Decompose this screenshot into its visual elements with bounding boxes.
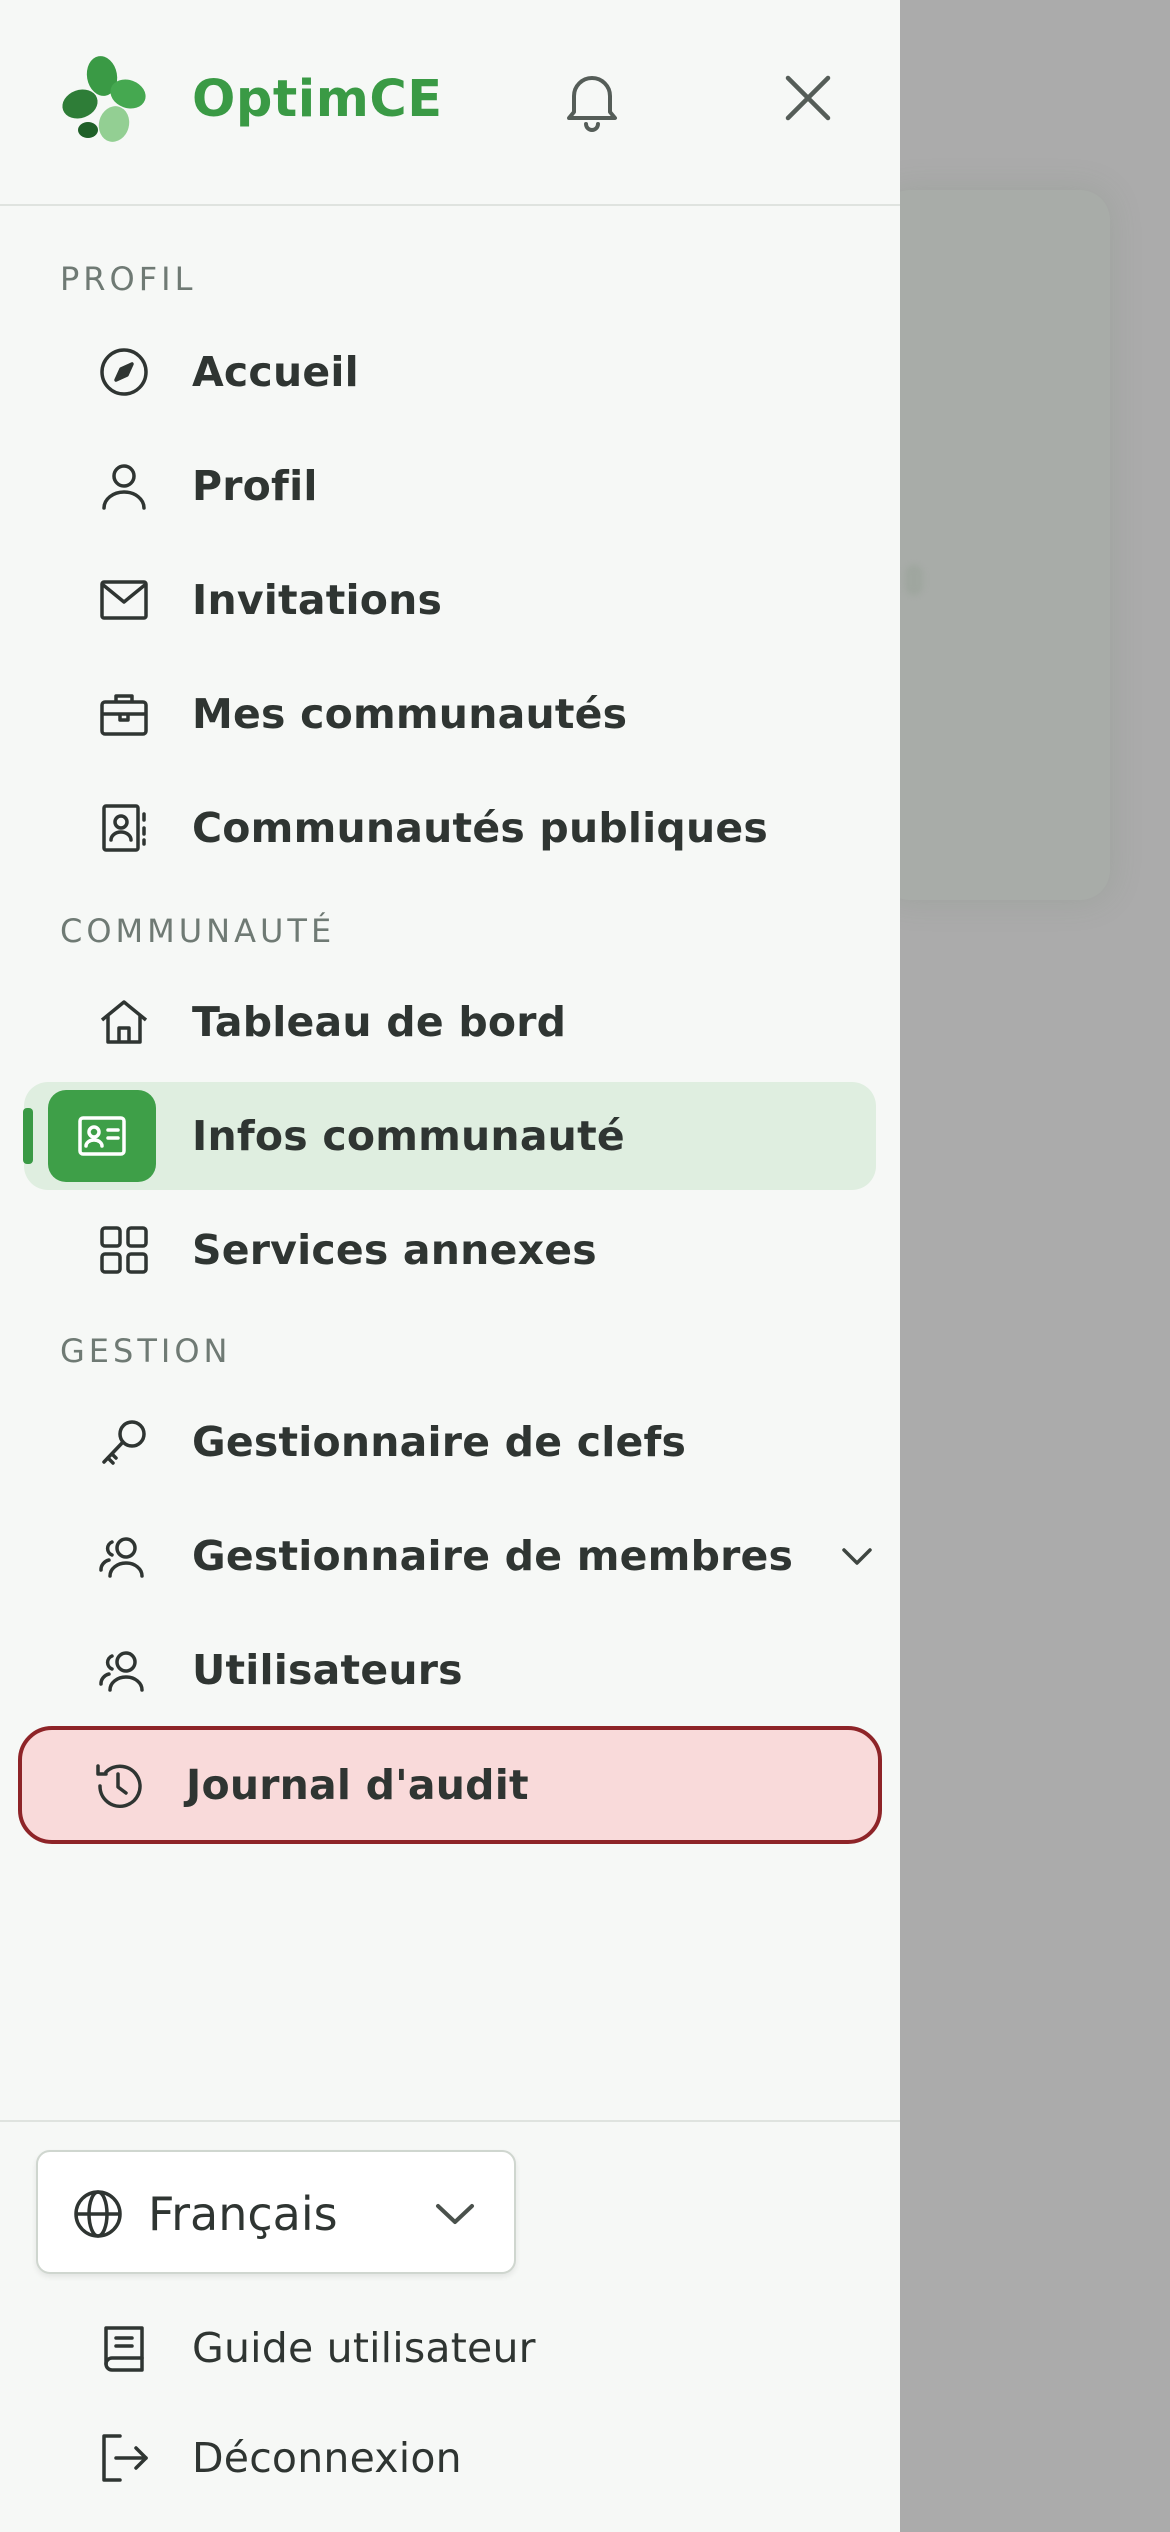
nav-label: Profil xyxy=(192,462,318,510)
nav-label: Tableau de bord xyxy=(192,998,567,1046)
users-icon xyxy=(72,1638,180,1702)
user-guide-link[interactable]: Guide utilisateur xyxy=(24,2298,876,2398)
bell-icon[interactable] xyxy=(556,64,628,136)
nav-label: Communautés publiques xyxy=(192,804,768,852)
user-icon xyxy=(72,454,180,518)
nav-label: Journal d'audit xyxy=(186,1761,529,1809)
nav-label: Déconnexion xyxy=(192,2434,462,2482)
nav-item-gestionnaire-membres[interactable]: Gestionnaire de membres xyxy=(24,1502,876,1610)
drawer-header: OptimCE xyxy=(0,0,900,206)
nav-label: Mes communautés xyxy=(192,690,628,738)
id-card-icon xyxy=(48,1090,156,1182)
nav-item-tableau-de-bord[interactable]: Tableau de bord xyxy=(24,968,876,1076)
nav-item-communautes-publiques[interactable]: Communautés publiques xyxy=(24,774,876,882)
drawer-footer: Français Guide utilisateur Déconnexion xyxy=(0,2120,900,2532)
nav-item-invitations[interactable]: Invitations xyxy=(24,546,876,654)
nav-item-services-annexes[interactable]: Services annexes xyxy=(24,1196,876,1304)
optimce-logo-icon xyxy=(62,56,146,142)
nav-label: Gestionnaire de clefs xyxy=(192,1418,687,1466)
nav-label: Guide utilisateur xyxy=(192,2324,536,2372)
background-card xyxy=(880,190,1110,900)
language-label: Français xyxy=(148,2187,338,2241)
compass-icon xyxy=(72,340,180,404)
nav-item-journal-audit[interactable]: Journal d'audit xyxy=(18,1726,882,1844)
nav-item-utilisateurs[interactable]: Utilisateurs xyxy=(24,1616,876,1724)
nav-label: Services annexes xyxy=(192,1226,597,1274)
contact-book-icon xyxy=(72,796,180,860)
nav-label: Utilisateurs xyxy=(192,1646,463,1694)
section-title-communaute: COMMUNAUTÉ xyxy=(60,912,336,950)
nav-item-mes-communautes[interactable]: Mes communautés xyxy=(24,660,876,768)
background-indicator xyxy=(905,565,923,595)
globe-icon xyxy=(74,2190,122,2238)
grid-icon xyxy=(72,1218,180,1282)
nav-item-accueil[interactable]: Accueil xyxy=(24,318,876,426)
nav-label: Infos communauté xyxy=(192,1112,625,1160)
navigation-drawer: OptimCE PROFIL Accueil Profil Invitation… xyxy=(0,0,900,2532)
logout-link[interactable]: Déconnexion xyxy=(24,2408,876,2508)
brand-name: OptimCE xyxy=(192,70,443,129)
mail-icon xyxy=(72,568,180,632)
section-title-gestion: GESTION xyxy=(60,1332,232,1370)
home-icon xyxy=(72,990,180,1054)
briefcase-icon xyxy=(72,682,180,746)
section-title-profil: PROFIL xyxy=(60,260,197,298)
nav-label: Accueil xyxy=(192,348,359,396)
chevron-down-icon[interactable] xyxy=(832,1532,882,1582)
close-icon[interactable] xyxy=(776,66,840,130)
nav-item-infos-communaute[interactable]: Infos communauté xyxy=(23,1082,876,1190)
logout-icon xyxy=(72,2426,180,2490)
active-indicator xyxy=(23,1108,33,1164)
history-icon xyxy=(66,1754,174,1818)
nav-item-profil[interactable]: Profil xyxy=(24,432,876,540)
language-select[interactable]: Français xyxy=(36,2150,516,2274)
nav-item-gestionnaire-clefs[interactable]: Gestionnaire de clefs xyxy=(24,1388,876,1496)
nav-label: Invitations xyxy=(192,576,443,624)
chevron-down-icon xyxy=(436,2204,474,2224)
nav-label: Gestionnaire de membres xyxy=(192,1532,794,1580)
users-icon xyxy=(72,1524,180,1588)
book-icon xyxy=(72,2316,180,2380)
key-icon xyxy=(72,1410,180,1474)
